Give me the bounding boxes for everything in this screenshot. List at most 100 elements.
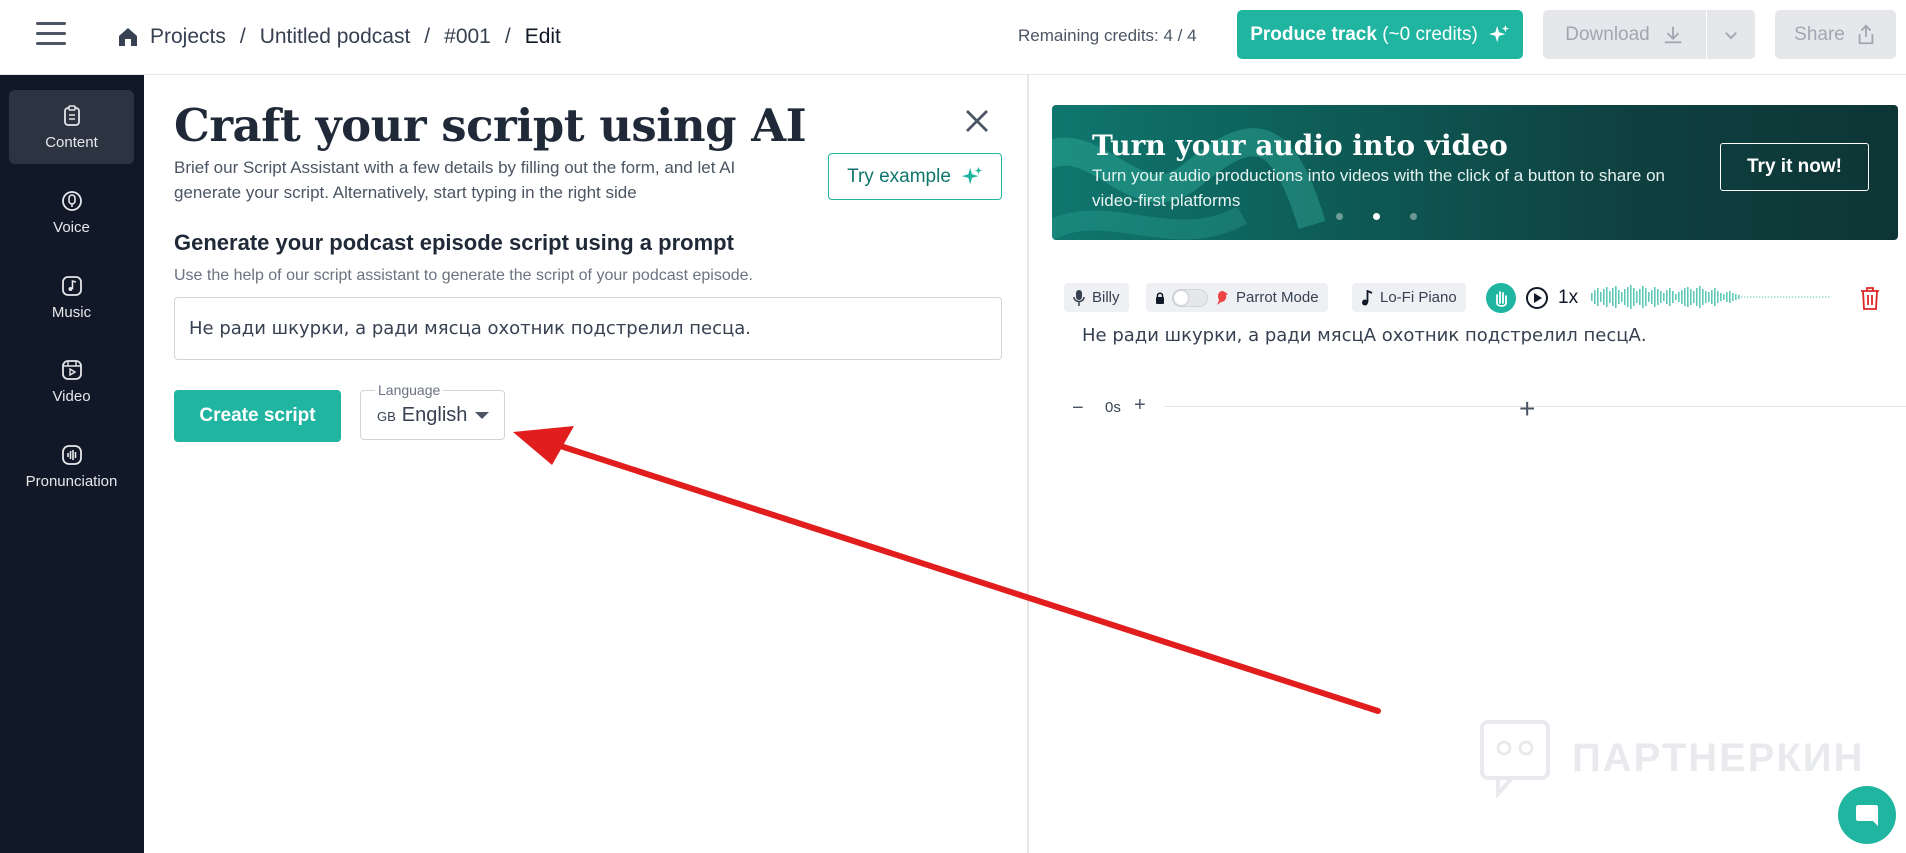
breadcrumb-current: Edit [524,25,561,48]
carousel-dot-active[interactable] [1373,213,1380,220]
trash-icon[interactable] [1858,285,1882,311]
waveform-bar [1735,294,1737,300]
voice-name: Billy [1092,289,1120,306]
close-icon[interactable] [962,106,992,136]
create-script-button[interactable]: Create script [174,390,341,442]
sidebar-item-pronunciation[interactable]: Pronunciation [9,429,134,503]
sidebar-item-music[interactable]: Music [9,260,134,334]
waveform-bar [1732,293,1734,301]
breadcrumb-projects[interactable]: Projects [150,25,226,49]
home-icon[interactable] [116,25,140,49]
script-block-text[interactable]: Не ради шкурки, а ради мясцА охотник под… [1082,325,1647,346]
parrot-mode-toggle[interactable] [1172,288,1208,307]
breadcrumb: Projects / Untitled podcast / #001 / Edi… [116,22,561,52]
waveform-tail [1747,296,1749,298]
waveform-bar [1651,290,1653,304]
top-bar: Projects / Untitled podcast / #001 / Edi… [0,0,1906,75]
watermark-text: ПАРТНЕРКИН [1572,735,1865,780]
waveform-bar [1636,291,1638,303]
carousel-dot[interactable] [1336,213,1343,220]
waveform-tail [1795,296,1797,298]
chat-icon [1856,805,1878,826]
sparkle-icon [961,166,982,184]
increase-pause-button[interactable]: + [1134,394,1146,417]
watermark: ПАРТНЕРКИН [1478,718,1865,798]
music-track-name: Lo-Fi Piano [1380,289,1457,306]
decrease-pause-button[interactable]: − [1072,397,1084,420]
voice-effect-button[interactable] [1486,283,1516,313]
waveform-tail [1783,296,1785,298]
sidebar-item-label: Voice [53,218,90,236]
waveform-tail [1807,296,1809,298]
breadcrumb-podcast[interactable]: Untitled podcast [260,25,411,49]
waveform-bar [1696,288,1698,306]
waveform-tail [1774,296,1776,298]
sidebar-item-video[interactable]: Video [9,344,134,418]
produce-track-label: Produce track (~0 credits) [1250,24,1478,46]
waveform[interactable] [1591,284,1831,310]
waveform-tail [1762,296,1764,298]
waveform-bar [1633,288,1635,306]
waveform-tail [1750,296,1752,298]
waveform-bar [1618,290,1620,304]
download-options-button[interactable] [1707,10,1755,59]
sidebar: Content Voice Music Video Pronunciation [0,75,144,853]
share-button[interactable]: Share [1775,10,1896,59]
waveform-tail [1813,296,1815,298]
produce-track-button[interactable]: Produce track (~0 credits) [1237,10,1523,59]
add-block-button[interactable]: + [1519,393,1535,425]
chat-button[interactable] [1838,786,1896,844]
waveform-bar [1612,288,1614,306]
waveform-bar [1648,292,1650,302]
waveform-bar [1669,288,1671,306]
breadcrumb-separator: / [239,25,246,48]
lock-icon [1156,292,1164,304]
waveform-tail [1789,296,1791,298]
language-select[interactable]: Language GB English [360,382,505,440]
breadcrumb-episode[interactable]: #001 [444,25,491,49]
parrot-mode-chip[interactable]: Parrot Mode [1146,283,1328,312]
waveform-bar [1699,286,1701,308]
waveform-bar [1597,288,1599,306]
download-button[interactable]: Download [1543,10,1706,59]
waveform-bar [1720,293,1722,301]
menu-icon[interactable] [36,22,66,48]
waveform-bar [1687,287,1689,307]
waveform-bar [1621,292,1623,302]
banner-text: Turn your audio productions into videos … [1092,166,1665,210]
try-example-button[interactable]: Try example [828,153,1002,200]
sparkle-icon [1488,24,1509,42]
voice-chip[interactable]: Billy [1064,283,1129,312]
try-example-label: Try example [847,165,951,187]
waveform-bar [1657,289,1659,305]
waveform-bar [1675,294,1677,300]
banner-title: Turn your audio into video [1092,129,1508,162]
play-button[interactable] [1526,287,1548,309]
waveform-tail [1753,296,1755,298]
waveform-bar [1681,290,1683,304]
music-note-icon [1362,289,1373,305]
playback-speed[interactable]: 1x [1558,287,1578,309]
prompt-input[interactable]: Не ради шкурки, а ради мясца охотник под… [174,297,1002,360]
waveform-tail [1765,296,1767,298]
carousel-dot[interactable] [1410,213,1417,220]
waveform-bar [1702,289,1704,305]
assistant-description: Brief our Script Assistant with a few de… [174,158,736,202]
sidebar-item-voice[interactable]: Voice [9,175,134,249]
waveform-bar [1615,286,1617,308]
waveform-bar [1705,291,1707,303]
waveform-bar [1660,291,1662,303]
music-chip[interactable]: Lo-Fi Piano [1352,283,1466,312]
microphone-icon [1073,289,1085,306]
sidebar-item-label: Content [45,133,98,151]
sidebar-item-content[interactable]: Content [9,90,134,164]
script-assistant-panel: Craft your script using AI Brief our Scr… [144,75,1029,853]
waveform-tail [1768,296,1770,298]
try-it-now-button[interactable]: Try it now! [1720,143,1869,191]
waveform-bar [1726,292,1728,302]
parrot-mode-label: Parrot Mode [1236,289,1319,306]
download-icon [1664,26,1681,43]
video-icon [61,359,82,380]
waveform-tail [1756,296,1758,298]
language-value: GB English [377,404,467,427]
